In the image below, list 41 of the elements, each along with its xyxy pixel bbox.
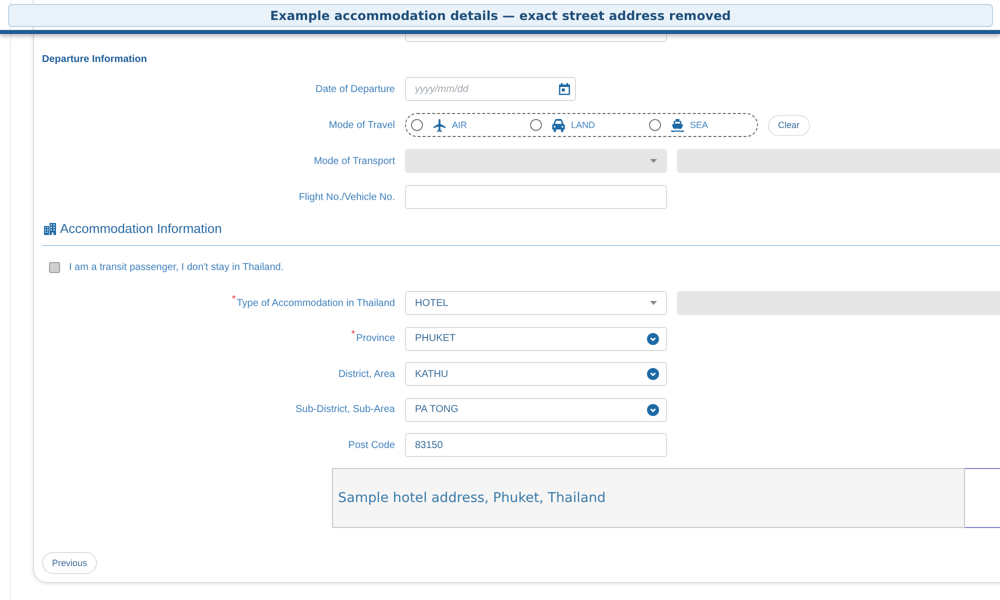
input-field[interactable] bbox=[405, 34, 667, 42]
required-mark: * bbox=[351, 329, 356, 340]
field-label: Sub-District, Sub-Area bbox=[296, 404, 395, 415]
field-label: Mode of Transport bbox=[314, 156, 395, 166]
field-label: Post Code bbox=[348, 440, 395, 450]
previous-button[interactable]: Previous bbox=[42, 552, 98, 574]
building-icon bbox=[44, 223, 56, 235]
field-label: Date of Departure bbox=[316, 84, 395, 94]
required-mark: * bbox=[232, 294, 236, 304]
checkbox-label[interactable]: I am a transit passenger, I don't stay in Thailand. bbox=[69, 262, 284, 273]
dropdown[interactable]: PA TONG bbox=[405, 398, 667, 422]
section-heading: Departure Information bbox=[42, 53, 148, 67]
clear-button[interactable]: Clear bbox=[768, 114, 810, 136]
field-label: District, Area bbox=[338, 368, 395, 380]
car-icon bbox=[552, 118, 565, 132]
caret-icon bbox=[650, 159, 657, 163]
field-label: Province bbox=[356, 333, 395, 344]
radio-button[interactable] bbox=[411, 119, 423, 131]
radio-label[interactable]: AIR bbox=[452, 120, 468, 130]
chevron-down-icon bbox=[647, 332, 659, 344]
radio-button[interactable] bbox=[530, 119, 542, 131]
notice-banner: Example accommodation details — exact street address removed bbox=[8, 4, 993, 27]
ship-icon bbox=[671, 118, 684, 132]
radio-label[interactable]: SEA bbox=[690, 120, 708, 130]
section-heading: Accommodation Information bbox=[60, 220, 222, 238]
dropdown[interactable]: HOTEL bbox=[405, 291, 667, 315]
field-label: Flight No./Vehicle No. bbox=[298, 192, 395, 202]
radio-label[interactable]: LAND bbox=[571, 120, 596, 130]
field-label: Mode of Travel bbox=[328, 120, 395, 130]
field-label: Type of Accommodation in Thailand bbox=[236, 298, 395, 308]
address-box: Sample hotel address, Phuket, Thailand bbox=[332, 468, 965, 528]
dropdown[interactable]: PHUKET bbox=[405, 326, 667, 350]
checkbox[interactable] bbox=[49, 262, 60, 273]
text-input[interactable] bbox=[405, 185, 667, 209]
airplane-icon bbox=[433, 118, 446, 132]
dropdown[interactable]: KATHU bbox=[405, 362, 667, 386]
caret-icon bbox=[650, 301, 657, 305]
chevron-down-icon bbox=[647, 404, 659, 416]
chevron-down-icon bbox=[647, 368, 659, 380]
text-input[interactable]: 83150 bbox=[405, 433, 667, 457]
radio-button[interactable] bbox=[649, 119, 661, 131]
